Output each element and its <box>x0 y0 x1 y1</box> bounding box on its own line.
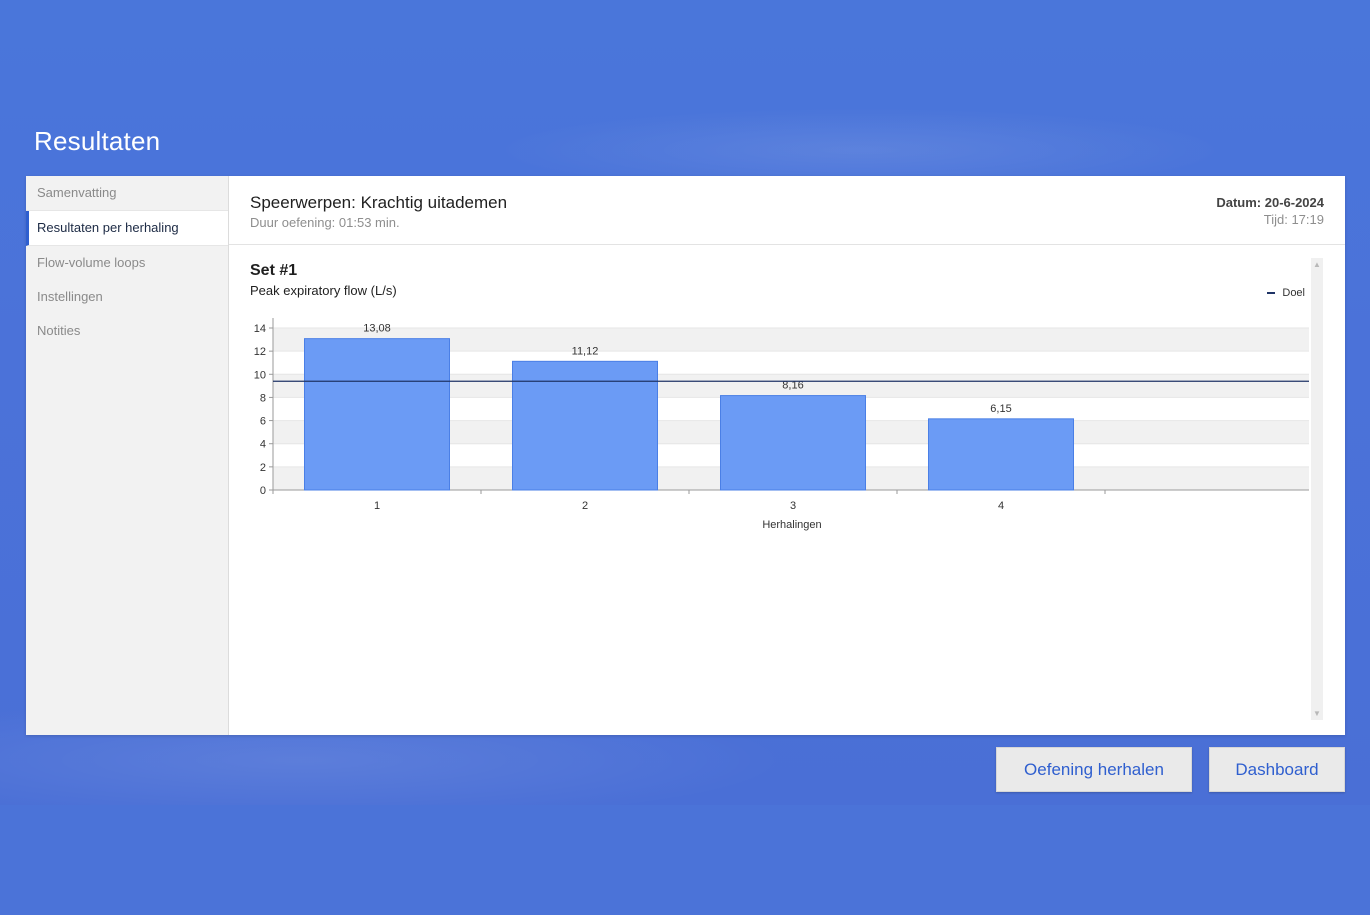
y-tick-label: 0 <box>260 485 266 497</box>
content-area: Speerwerpen: Krachtig uitademen Duur oef… <box>229 176 1345 735</box>
y-tick-label: 4 <box>260 439 266 451</box>
bar <box>304 338 450 491</box>
y-tick-label: 12 <box>254 346 266 358</box>
sidebar-item-resultaten-per-herhaling[interactable]: Resultaten per herhaling <box>26 211 228 246</box>
y-tick-label: 6 <box>260 416 266 428</box>
x-tick-label: 2 <box>582 500 588 512</box>
page-title: Resultaten <box>34 126 161 156</box>
bar <box>720 395 866 491</box>
bar <box>928 418 1074 491</box>
bar-value-label: 6,15 <box>990 403 1011 415</box>
scroll-up-icon[interactable]: ▲ <box>1311 260 1323 269</box>
bar-value-label: 11,12 <box>572 345 599 357</box>
y-tick-label: 2 <box>260 462 266 474</box>
background-bottom <box>0 805 1370 915</box>
x-tick-label: 3 <box>790 500 796 512</box>
x-axis-title: Herhalingen <box>762 519 821 531</box>
x-tick-label: 1 <box>374 500 380 512</box>
y-tick-label: 10 <box>254 369 266 381</box>
results-panel: Samenvatting Resultaten per herhaling Fl… <box>26 176 1345 735</box>
sidebar-item-notities[interactable]: Notities <box>26 314 228 348</box>
sidebar-item-instellingen[interactable]: Instellingen <box>26 280 228 314</box>
sidebar-item-flow-volume-loops[interactable]: Flow-volume loops <box>26 246 228 280</box>
dashboard-button[interactable]: Dashboard <box>1209 747 1345 792</box>
sidebar: Samenvatting Resultaten per herhaling Fl… <box>26 176 229 735</box>
repeat-exercise-button[interactable]: Oefening herhalen <box>996 747 1192 792</box>
scroll-down-icon[interactable]: ▼ <box>1311 709 1323 718</box>
y-tick-label: 14 <box>254 323 266 335</box>
y-tick-label: 8 <box>260 392 266 404</box>
x-tick-label: 4 <box>998 500 1004 512</box>
sidebar-item-samenvatting[interactable]: Samenvatting <box>26 176 228 211</box>
bar-value-label: 13,08 <box>363 323 391 335</box>
vertical-scrollbar[interactable]: ▲ ▼ <box>1311 258 1323 720</box>
bar-chart: 02468101214 13,08111,1228,1636,154Herhali… <box>254 318 1309 531</box>
